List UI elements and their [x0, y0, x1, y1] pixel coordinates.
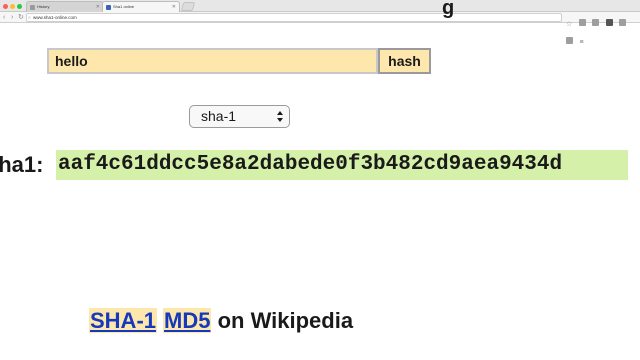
address-text: www.sha1-online.com — [33, 15, 77, 20]
browser-toolbar: ‹ › ↻ ○ www.sha1-online.com ☆ ≡ — [0, 12, 640, 46]
tab-title: History — [37, 4, 50, 9]
extension-icon[interactable] — [566, 37, 573, 44]
new-tab-button[interactable] — [180, 2, 196, 11]
extension-icons: ☆ ≡ — [566, 13, 640, 46]
maximize-window-button[interactable] — [17, 4, 22, 9]
site-favicon-icon — [106, 5, 111, 10]
tab-history[interactable]: History ✕ — [26, 1, 104, 12]
result-label: sha1: — [0, 152, 44, 177]
algorithm-select[interactable]: sha-1 — [189, 105, 290, 128]
tab-title: Sha1 online — [113, 4, 135, 9]
extension-icon[interactable] — [619, 19, 627, 26]
md5-wikipedia-link[interactable]: MD5 — [163, 308, 212, 333]
back-arrow-icon[interactable]: ‹ — [3, 13, 5, 22]
browser-tab-strip: History ✕ Sha1 online ✕ — [0, 0, 640, 12]
tab-sha1-online[interactable]: Sha1 online ✕ — [102, 1, 180, 12]
result-hash-value: aaf4c61ddcc5e8a2dabede0f3b482cd9aea9434d — [56, 150, 628, 180]
extension-icon[interactable] — [605, 19, 613, 26]
history-favicon-icon — [30, 5, 35, 10]
close-window-button[interactable] — [3, 4, 8, 9]
tab-close-icon[interactable]: ✕ — [172, 2, 176, 12]
page-heading-fragment: g — [442, 2, 455, 19]
wikipedia-links: SHA-1 MD5 on Wikipedia — [89, 306, 353, 336]
reload-icon[interactable]: ↻ — [18, 13, 24, 22]
sha1-wikipedia-link[interactable]: SHA-1 — [89, 308, 158, 333]
bookmark-star-icon[interactable]: ☆ — [566, 21, 572, 28]
text-to-hash-input[interactable] — [47, 48, 378, 74]
extension-icon[interactable] — [592, 19, 600, 26]
forward-arrow-icon[interactable]: › — [11, 13, 13, 22]
address-bar[interactable]: ○ www.sha1-online.com — [26, 13, 562, 22]
wikipedia-suffix-text: on Wikipedia — [217, 308, 354, 333]
hash-button[interactable]: hash — [378, 48, 431, 74]
tab-close-icon[interactable]: ✕ — [96, 2, 100, 12]
minimize-window-button[interactable] — [10, 4, 15, 9]
browser-menu-icon[interactable]: ≡ — [579, 39, 583, 46]
select-arrows-icon — [277, 111, 283, 122]
extension-icon[interactable] — [578, 19, 586, 26]
algorithm-select-value: sha-1 — [201, 108, 237, 124]
page-info-icon[interactable]: ○ — [28, 14, 31, 21]
